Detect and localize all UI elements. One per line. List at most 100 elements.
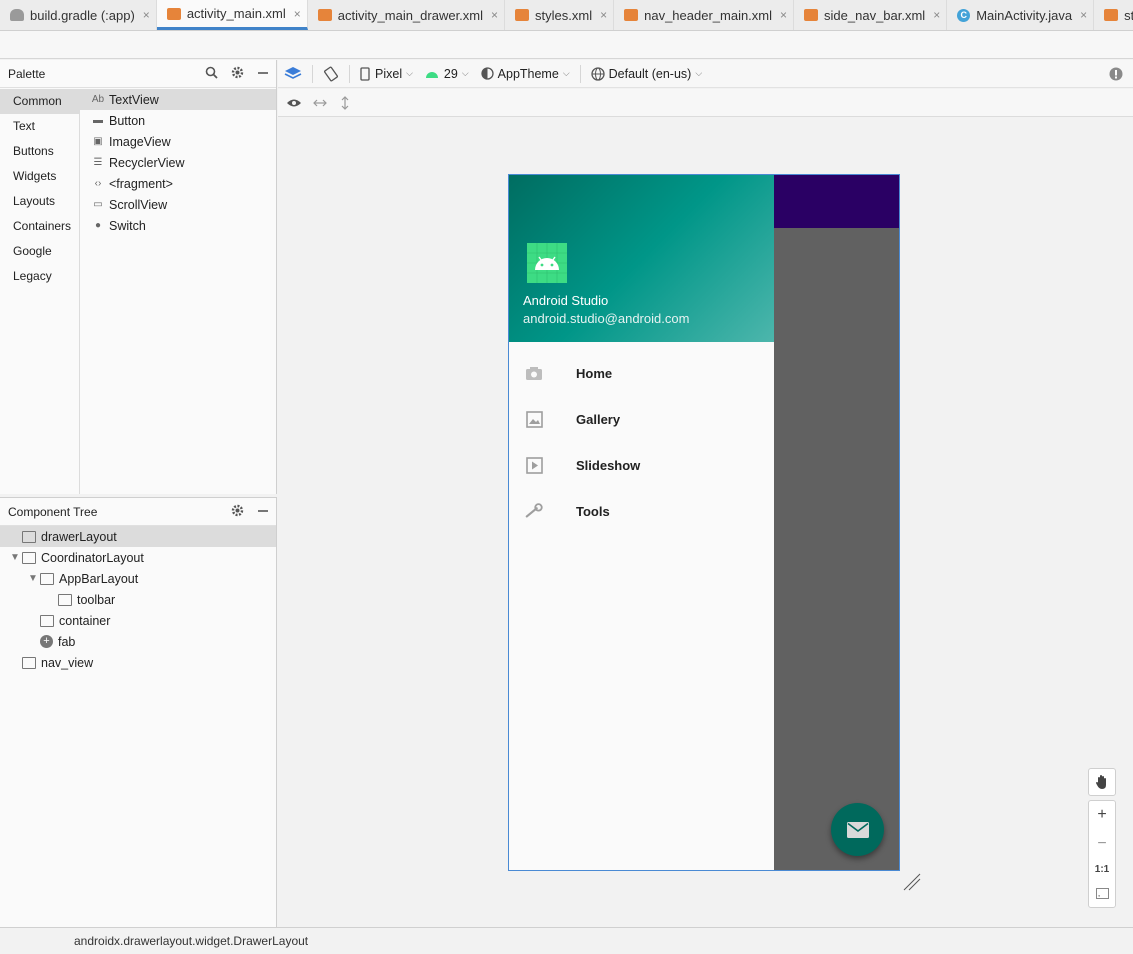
tab-label: build.gradle (:app) xyxy=(30,7,135,23)
minimize-icon[interactable] xyxy=(250,504,276,520)
layers-button[interactable] xyxy=(278,60,308,88)
zoom-to-fit-icon[interactable] xyxy=(1095,886,1109,902)
gear-icon[interactable] xyxy=(224,504,250,520)
palette-item-label: RecyclerView xyxy=(109,155,185,170)
status-bar: androidx.drawerlayout.widget.DrawerLayou… xyxy=(0,927,1133,954)
palette-item[interactable]: ▭ ScrollView xyxy=(80,194,276,215)
editor-tab-bar: build.gradle (:app) × activity_main.xml × ac… xyxy=(0,0,1133,31)
palette-item[interactable]: Ab TextView xyxy=(80,89,276,110)
minimize-icon[interactable] xyxy=(250,66,276,82)
view-options-button[interactable] xyxy=(278,89,306,117)
nav-header: Android Studio android.studio@android.co… xyxy=(509,175,774,342)
device-preview[interactable]: Android Studio android.studio@android.co… xyxy=(508,174,900,871)
vertical-resize-button[interactable] xyxy=(334,89,356,117)
palette-item-label: Button xyxy=(109,113,146,128)
palette-category-google[interactable]: Google xyxy=(0,239,79,264)
tree-node-toolbar[interactable]: toolbar xyxy=(0,589,276,610)
device-selector[interactable]: Pixel ⌵ xyxy=(354,60,419,88)
close-icon[interactable]: × xyxy=(1080,8,1087,22)
close-icon[interactable]: × xyxy=(933,8,940,22)
navigation-drawer[interactable]: Android Studio android.studio@android.co… xyxy=(509,175,774,870)
menu-item-home[interactable]: Home xyxy=(509,350,774,396)
close-icon[interactable]: × xyxy=(600,8,607,22)
zoom-in-button[interactable]: + xyxy=(1097,806,1106,824)
slideshow-icon xyxy=(525,456,543,474)
menu-item-tools[interactable]: Tools xyxy=(509,488,774,534)
search-icon[interactable] xyxy=(198,66,224,82)
tab-nav-header-main-xml[interactable]: nav_header_main.xml × xyxy=(614,0,795,30)
tree-node-fab[interactable]: + fab xyxy=(0,631,276,652)
app-bar xyxy=(774,175,899,228)
menu-item-label: Home xyxy=(576,365,613,381)
palette-title: Palette xyxy=(8,66,46,81)
gear-icon[interactable] xyxy=(224,66,250,82)
palette-category-legacy[interactable]: Legacy xyxy=(0,264,79,289)
button-icon: ▬ xyxy=(93,115,103,126)
tab-activity-main-drawer-xml[interactable]: activity_main_drawer.xml × xyxy=(308,0,506,30)
locale-selector[interactable]: Default (en-us) ⌵ xyxy=(585,60,709,88)
tab-styles-xml[interactable]: styles.xml × xyxy=(505,0,615,30)
orientation-button[interactable] xyxy=(317,60,345,88)
horizontal-resize-button[interactable] xyxy=(306,89,334,117)
palette-category-buttons[interactable]: Buttons xyxy=(0,139,79,164)
palette-category-text[interactable]: Text xyxy=(0,114,79,139)
component-tree-title: Component Tree xyxy=(8,504,98,519)
tree-node-appbarlayout[interactable]: ▼ AppBarLayout xyxy=(0,568,276,589)
tab-mainactivity-java[interactable]: C MainActivity.java × xyxy=(947,0,1095,30)
palette-item[interactable]: ▬ Button xyxy=(80,110,276,131)
locale-label: Default (en-us) xyxy=(608,66,692,81)
palette-item[interactable]: ▣ ImageView xyxy=(80,131,276,152)
expand-arrow-icon[interactable]: ▼ xyxy=(8,552,22,563)
android-logo xyxy=(527,243,567,283)
eye-icon xyxy=(287,99,301,106)
tree-node-drawerlayout[interactable]: drawerLayout xyxy=(0,526,276,547)
resize-handle-icon[interactable] xyxy=(902,872,922,892)
tab-label: activity_main_drawer.xml xyxy=(337,7,484,23)
tree-node-label: drawerLayout xyxy=(41,529,117,544)
layout-component-icon xyxy=(22,656,36,669)
tab-strings-xml[interactable]: strings.xml× xyxy=(1094,0,1133,30)
rotate-icon xyxy=(324,66,338,81)
phone-icon xyxy=(360,66,370,81)
palette-item[interactable]: ☰ RecyclerView xyxy=(80,152,276,173)
close-icon[interactable]: × xyxy=(294,7,301,21)
menu-item-slideshow[interactable]: Slideshow xyxy=(509,442,774,488)
palette-category-containers[interactable]: Containers xyxy=(0,214,79,239)
zoom-controls: + − 1:1 xyxy=(1088,768,1116,908)
expand-arrow-icon[interactable]: ▼ xyxy=(26,573,40,584)
theme-selector[interactable]: AppTheme ⌵ xyxy=(475,60,576,88)
close-icon[interactable]: × xyxy=(143,8,150,22)
tree-node-nav_view[interactable]: nav_view xyxy=(0,652,276,673)
tree-node-coordinatorlayout[interactable]: ▼ CoordinatorLayout xyxy=(0,547,276,568)
api-level-selector[interactable]: 29 ⌵ xyxy=(419,60,475,88)
tab-activity-main-xml[interactable]: activity_main.xml × xyxy=(156,0,308,30)
switch-icon: ● xyxy=(94,220,102,231)
warning-button[interactable] xyxy=(1103,60,1133,88)
design-canvas[interactable]: Android Studio android.studio@android.co… xyxy=(278,118,1133,927)
palette-item[interactable]: ‹› <fragment> xyxy=(80,173,276,194)
palette-category-layouts[interactable]: Layouts xyxy=(0,189,79,214)
nav-menu: Home Gallery Slideshow Tools xyxy=(509,342,774,534)
fab[interactable] xyxy=(831,803,884,856)
tab-build-gradle-app[interactable]: build.gradle (:app) × xyxy=(0,0,157,30)
zoom-out-button[interactable]: − xyxy=(1097,835,1106,853)
palette-category-widgets[interactable]: Widgets xyxy=(0,164,79,189)
gallery-icon xyxy=(525,410,543,428)
layers-icon xyxy=(284,66,302,79)
close-icon[interactable]: × xyxy=(491,8,498,22)
theme-label: AppTheme xyxy=(497,66,559,81)
layout-component-icon xyxy=(40,614,54,627)
tab-label: side_nav_bar.xml xyxy=(824,7,926,23)
tab-side-nav-bar-xml[interactable]: side_nav_bar.xml × xyxy=(794,0,948,30)
tree-node-container[interactable]: container xyxy=(0,610,276,631)
menu-item-gallery[interactable]: Gallery xyxy=(509,396,774,442)
zoom-one-to-one-button[interactable]: 1:1 xyxy=(1095,864,1109,875)
pan-button[interactable] xyxy=(1088,768,1116,796)
hand-icon xyxy=(1096,775,1106,789)
close-icon[interactable]: × xyxy=(780,8,787,22)
palette-category-common[interactable]: Common xyxy=(0,89,79,114)
api-level-label: 29 xyxy=(443,66,458,81)
menu-item-label: Gallery xyxy=(576,411,621,427)
tree-node-label: nav_view xyxy=(41,655,94,670)
palette-item[interactable]: ● Switch xyxy=(80,215,276,236)
